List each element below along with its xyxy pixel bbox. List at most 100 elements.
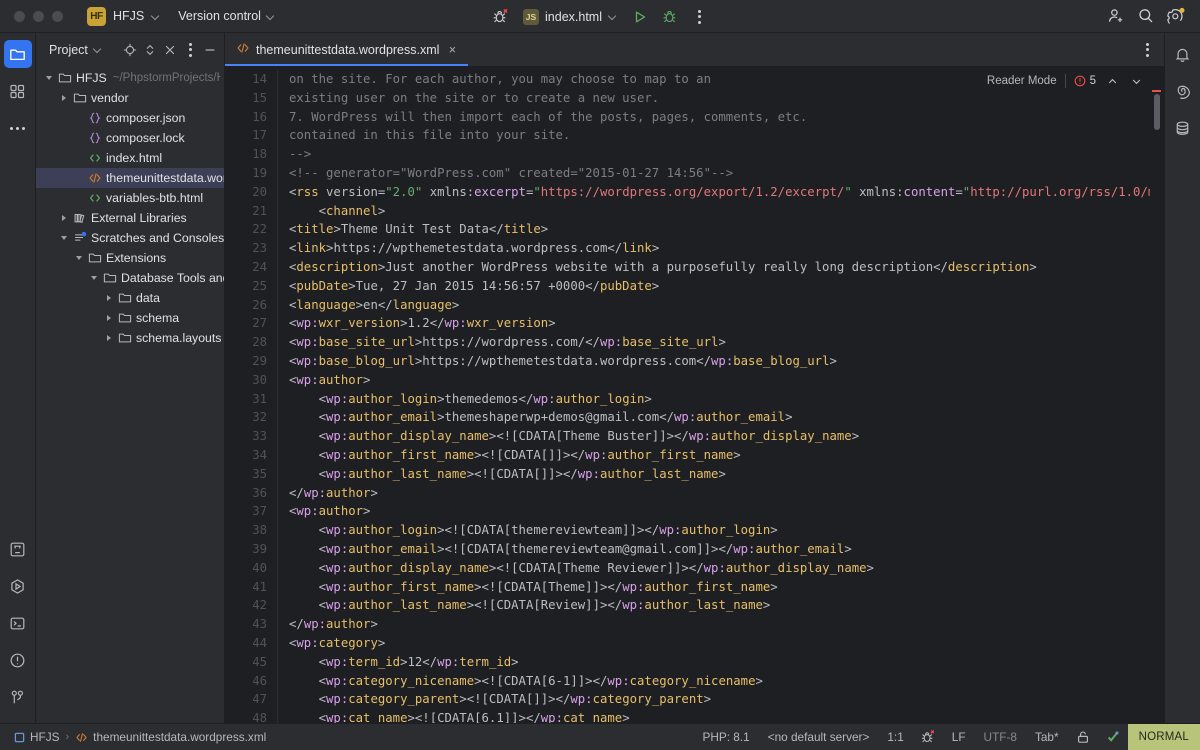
database-icon[interactable]: [1169, 114, 1197, 142]
ai-assistant-icon[interactable]: [1169, 77, 1197, 105]
code-line[interactable]: <pubDate>Tue, 27 Jan 2015 14:56:57 +0000…: [289, 277, 1164, 296]
inspections-indicator[interactable]: [1098, 727, 1128, 748]
tree-node[interactable]: HFJS~/PhpstormProjects/H: [36, 68, 224, 88]
sidebar-item-project[interactable]: [4, 40, 32, 68]
search-button[interactable]: [1132, 3, 1160, 29]
line-separator-indicator[interactable]: LF: [943, 727, 975, 748]
tree-node[interactable]: composer.lock: [36, 128, 224, 148]
code-line[interactable]: <!-- generator="WordPress.com" created="…: [289, 164, 1164, 183]
chevron-right-icon[interactable]: [102, 335, 116, 341]
account-button[interactable]: [1102, 3, 1130, 29]
minimize-window-button[interactable]: [33, 11, 44, 22]
tree-node[interactable]: Database Tools and S: [36, 268, 224, 288]
indent-indicator[interactable]: Tab*: [1026, 727, 1068, 748]
scrollbar-thumb[interactable]: [1154, 94, 1160, 130]
breadcrumb-file[interactable]: themeunittestdata.wordpress.xml: [70, 728, 271, 746]
tree-node[interactable]: vendor: [36, 88, 224, 108]
maximize-window-button[interactable]: [52, 11, 63, 22]
tree-node[interactable]: External Libraries: [36, 208, 224, 228]
code-line[interactable]: <wp:category_nicename><![CDATA[6-1]]></w…: [289, 672, 1164, 691]
code-line[interactable]: </wp:author>: [289, 615, 1164, 634]
prev-problem-icon[interactable]: [1104, 73, 1120, 89]
read-only-toggle[interactable]: [1068, 727, 1098, 748]
settings-button[interactable]: [1162, 3, 1190, 29]
debug-status-icon[interactable]: [913, 727, 943, 748]
tree-node[interactable]: variables-btb.html: [36, 188, 224, 208]
code-line[interactable]: <wp:wxr_version>1.2</wp:wxr_version>: [289, 314, 1164, 333]
sidebar-item-more-tool-windows[interactable]: [4, 114, 32, 142]
code-line[interactable]: <link>https://wpthemetestdata.wordpress.…: [289, 239, 1164, 258]
chevron-down-icon[interactable]: [72, 256, 86, 260]
code-line[interactable]: <rss version="2.0" xmlns:excerpt="https:…: [289, 183, 1164, 202]
project-options-icon[interactable]: [180, 40, 200, 60]
caret-position[interactable]: 1:1: [878, 727, 912, 748]
reader-mode-label[interactable]: Reader Mode: [987, 75, 1057, 87]
code-line[interactable]: <wp:term_id>12</wp:term_id>: [289, 653, 1164, 672]
tab-themeunittestdata[interactable]: themeunittestdata.wordpress.xml ×: [225, 33, 468, 66]
breadcrumb-project[interactable]: HFJS: [9, 728, 65, 746]
code-editor[interactable]: 1415161718192021222324252627282930313233…: [225, 66, 1164, 723]
project-tree[interactable]: HFJS~/PhpstormProjects/Hvendorcomposer.j…: [36, 66, 224, 723]
tree-node[interactable]: schema: [36, 308, 224, 328]
chevron-right-icon[interactable]: [102, 315, 116, 321]
chevron-right-icon[interactable]: [57, 95, 71, 101]
chevron-down-icon[interactable]: [42, 76, 56, 80]
collapse-all-icon[interactable]: [160, 40, 180, 60]
code-line[interactable]: <wp:author_last_name><![CDATA[Review]]><…: [289, 596, 1164, 615]
project-menu[interactable]: HF HFJS: [81, 4, 166, 29]
code-line[interactable]: <wp:author_login><![CDATA[themereviewtea…: [289, 521, 1164, 540]
chevron-down-icon[interactable]: [57, 236, 71, 240]
code-line[interactable]: <channel>: [289, 202, 1164, 221]
tree-node[interactable]: schema.layouts: [36, 328, 224, 348]
code-line[interactable]: -->: [289, 145, 1164, 164]
run-button[interactable]: [626, 4, 654, 30]
code-line[interactable]: <wp:author_first_name><![CDATA[Theme]]><…: [289, 578, 1164, 597]
code-line[interactable]: <wp:cat_name><![CDATA[6.1]]></wp:cat_nam…: [289, 709, 1164, 723]
debug-button[interactable]: [656, 4, 684, 30]
next-problem-icon[interactable]: [1128, 73, 1144, 89]
code-line[interactable]: <wp:author_first_name><![CDATA[]]></wp:a…: [289, 446, 1164, 465]
code-line[interactable]: <wp:author_email>themeshaperwp+demos@gma…: [289, 408, 1164, 427]
editor-scrollbar[interactable]: [1150, 66, 1164, 723]
code-line[interactable]: <wp:base_blog_url>https://wpthemetestdat…: [289, 352, 1164, 371]
window-controls[interactable]: [14, 11, 63, 22]
locate-icon[interactable]: [120, 40, 140, 60]
hide-panel-icon[interactable]: [200, 40, 220, 60]
tree-node[interactable]: data: [36, 288, 224, 308]
chevron-down-icon[interactable]: [87, 276, 101, 280]
code-line[interactable]: <wp:author>: [289, 371, 1164, 390]
tree-node[interactable]: composer.json: [36, 108, 224, 128]
code-line[interactable]: <language>en</language>: [289, 296, 1164, 315]
more-run-options-button[interactable]: [686, 4, 714, 30]
more-tab-options-icon[interactable]: [1136, 39, 1158, 61]
close-window-button[interactable]: [14, 11, 25, 22]
code-line[interactable]: <wp:category_parent><![CDATA[]]></wp:cat…: [289, 690, 1164, 709]
encoding-indicator[interactable]: UTF-8: [975, 727, 1026, 748]
notifications-icon[interactable]: [1169, 40, 1197, 68]
sidebar-item-version-control-branch[interactable]: [4, 683, 32, 711]
code-line[interactable]: existing user on the site or to create a…: [289, 89, 1164, 108]
chevron-right-icon[interactable]: [57, 215, 71, 221]
code-line[interactable]: <wp:category>: [289, 634, 1164, 653]
version-control-menu[interactable]: Version control: [172, 6, 281, 26]
debug-error-icon[interactable]: [486, 4, 514, 30]
project-panel-title[interactable]: Project: [45, 41, 106, 59]
tree-node[interactable]: index.html: [36, 148, 224, 168]
code-line[interactable]: </wp:author>: [289, 484, 1164, 503]
error-count-badge[interactable]: 5: [1074, 75, 1096, 87]
code-content[interactable]: on the site. For each author, you may ch…: [277, 70, 1164, 723]
code-line[interactable]: <title>Theme Unit Test Data</title>: [289, 220, 1164, 239]
code-line[interactable]: <description>Just another WordPress webs…: [289, 258, 1164, 277]
default-server-indicator[interactable]: <no default server>: [759, 727, 879, 748]
code-line[interactable]: contained in this file into your site.: [289, 126, 1164, 145]
sidebar-item-problems[interactable]: [4, 646, 32, 674]
sidebar-item-commit[interactable]: [4, 535, 32, 563]
expand-collapse-icon[interactable]: [140, 40, 160, 60]
php-version-indicator[interactable]: PHP: 8.1: [693, 727, 758, 748]
code-line[interactable]: <wp:author_login>themedemos</wp:author_l…: [289, 390, 1164, 409]
code-line[interactable]: <wp:base_site_url>https://wordpress.com/…: [289, 333, 1164, 352]
sidebar-item-structure[interactable]: [4, 77, 32, 105]
code-line[interactable]: <wp:author_display_name><![CDATA[Theme R…: [289, 559, 1164, 578]
close-icon[interactable]: ×: [445, 43, 459, 57]
code-line[interactable]: <wp:author_email><![CDATA[themereviewtea…: [289, 540, 1164, 559]
